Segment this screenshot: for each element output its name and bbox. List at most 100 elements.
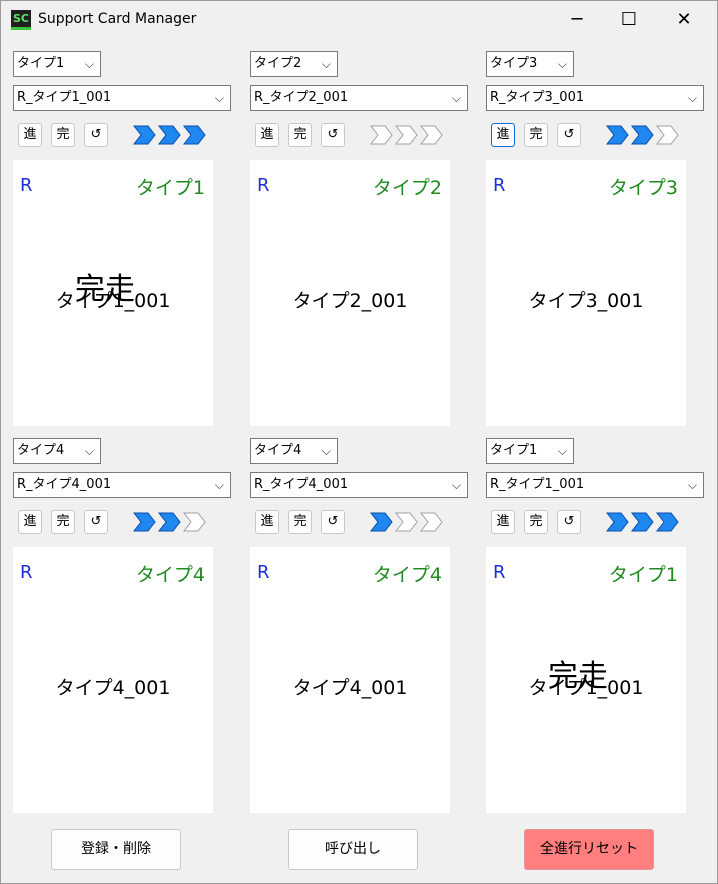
reset-button[interactable]: ↺ (557, 123, 581, 147)
progress-arrow-filled-icon (157, 512, 181, 532)
card-select[interactable]: R_タイプ1_001 ⌵ (13, 85, 231, 111)
card-select-value: R_タイプ2_001 (254, 90, 349, 105)
card-select-value: R_タイプ1_001 (17, 90, 112, 105)
progress-arrows (133, 125, 206, 145)
card-rarity: R (20, 175, 33, 196)
card-rarity: R (257, 175, 270, 196)
progress-arrow-empty-icon (655, 125, 679, 145)
progress-arrow-filled-icon (370, 512, 393, 532)
chevron-down-icon: ⌵ (687, 91, 697, 105)
reset-button[interactable]: ↺ (84, 123, 108, 147)
chevron-down-icon: ⌵ (557, 444, 567, 458)
complete-button[interactable]: 完 (51, 510, 75, 534)
type-select-value: タイプ3 (490, 56, 538, 71)
progress-arrow-filled-icon (630, 512, 654, 532)
type-select-value: タイプ2 (254, 56, 302, 71)
register-delete-button[interactable]: 登録・削除 (51, 829, 181, 870)
reset-button[interactable]: ↺ (557, 510, 581, 534)
card-select[interactable]: R_タイプ4_001 ⌵ (13, 472, 231, 498)
card-preview: R タイプ1 タイプ1_001 完走 (13, 160, 213, 426)
card-rarity: R (20, 562, 33, 583)
progress-arrows (370, 512, 443, 532)
type-select[interactable]: タイプ4 ⌵ (13, 438, 101, 464)
card-select[interactable]: R_タイプ4_001 ⌵ (250, 472, 468, 498)
progress-arrows (606, 512, 679, 532)
card-select[interactable]: R_タイプ3_001 ⌵ (486, 85, 704, 111)
progress-arrow-empty-icon (419, 125, 443, 145)
chevron-down-icon: ⌵ (321, 57, 331, 71)
card-name: タイプ2_001 (292, 290, 408, 312)
card-name: タイプ4_001 (292, 677, 408, 699)
minimize-button[interactable]: ─ (554, 1, 600, 39)
type-select[interactable]: タイプ2 ⌵ (250, 51, 338, 77)
chevron-down-icon: ⌵ (451, 91, 461, 105)
advance-button[interactable]: 進 (18, 510, 42, 534)
card-type-label: タイプ2 (372, 177, 442, 199)
reset-button[interactable]: ↺ (84, 510, 108, 534)
complete-button[interactable]: 完 (524, 123, 548, 147)
card-preview: R タイプ3 タイプ3_001 (486, 160, 686, 426)
progress-arrow-filled-icon (157, 125, 181, 145)
card-type-label: タイプ1 (135, 177, 205, 199)
chevron-down-icon: ⌵ (687, 478, 697, 492)
reset-button[interactable]: ↺ (321, 510, 345, 534)
card-select[interactable]: R_タイプ1_001 ⌵ (486, 472, 704, 498)
type-select-value: タイプ4 (17, 443, 65, 458)
chevron-down-icon: ⌵ (557, 57, 567, 71)
progress-arrows (370, 125, 443, 145)
complete-button[interactable]: 完 (288, 123, 312, 147)
load-button[interactable]: 呼び出し (288, 829, 418, 870)
progress-arrow-empty-icon (419, 512, 443, 532)
progress-arrow-empty-icon (370, 125, 393, 145)
type-select[interactable]: タイプ4 ⌵ (250, 438, 338, 464)
chevron-down-icon: ⌵ (451, 478, 461, 492)
progress-arrow-filled-icon (133, 512, 156, 532)
type-select[interactable]: タイプ3 ⌵ (486, 51, 574, 77)
card-preview: R タイプ4 タイプ4_001 (13, 547, 213, 813)
card-select[interactable]: R_タイプ2_001 ⌵ (250, 85, 468, 111)
chevron-down-icon: ⌵ (84, 57, 94, 71)
type-select[interactable]: タイプ1 ⌵ (486, 438, 574, 464)
reset-button[interactable]: ↺ (321, 123, 345, 147)
advance-button[interactable]: 進 (18, 123, 42, 147)
card-type-label: タイプ1 (608, 564, 678, 586)
advance-button[interactable]: 進 (491, 510, 515, 534)
progress-arrow-filled-icon (655, 512, 679, 532)
card-rarity: R (493, 175, 506, 196)
type-select-value: タイプ1 (17, 56, 65, 71)
complete-button[interactable]: 完 (524, 510, 548, 534)
progress-arrow-empty-icon (394, 512, 418, 532)
chevron-down-icon: ⌵ (214, 91, 224, 105)
progress-arrow-empty-icon (394, 125, 418, 145)
progress-arrows (606, 125, 679, 145)
type-select-value: タイプ4 (254, 443, 302, 458)
card-select-value: R_タイプ4_001 (254, 477, 349, 492)
card-name: タイプ3_001 (528, 290, 644, 312)
reset-all-progress-button[interactable]: 全進行リセット (524, 829, 654, 870)
complete-button[interactable]: 完 (51, 123, 75, 147)
card-preview: R タイプ1 タイプ1_001 完走 (486, 547, 686, 813)
complete-stamp: 完走 (75, 272, 135, 307)
card-preview: R タイプ2 タイプ2_001 (250, 160, 450, 426)
progress-arrow-filled-icon (182, 125, 206, 145)
type-select-value: タイプ1 (490, 443, 538, 458)
progress-arrow-filled-icon (606, 512, 629, 532)
advance-button[interactable]: 進 (255, 123, 279, 147)
progress-arrow-filled-icon (133, 125, 156, 145)
advance-button[interactable]: 進 (255, 510, 279, 534)
complete-button[interactable]: 完 (288, 510, 312, 534)
chevron-down-icon: ⌵ (214, 478, 224, 492)
progress-arrows (133, 512, 206, 532)
title-bar[interactable]: SC Support Card Manager ─ ☐ ✕ (1, 1, 717, 39)
close-button[interactable]: ✕ (661, 1, 707, 39)
card-type-label: タイプ4 (372, 564, 442, 586)
app-logo-icon: SC (11, 10, 31, 30)
chevron-down-icon: ⌵ (84, 444, 94, 458)
card-name: タイプ4_001 (55, 677, 171, 699)
chevron-down-icon: ⌵ (321, 444, 331, 458)
progress-arrow-filled-icon (630, 125, 654, 145)
type-select[interactable]: タイプ1 ⌵ (13, 51, 101, 77)
maximize-button[interactable]: ☐ (606, 1, 652, 39)
card-preview: R タイプ4 タイプ4_001 (250, 547, 450, 813)
advance-button[interactable]: 進 (491, 123, 515, 147)
